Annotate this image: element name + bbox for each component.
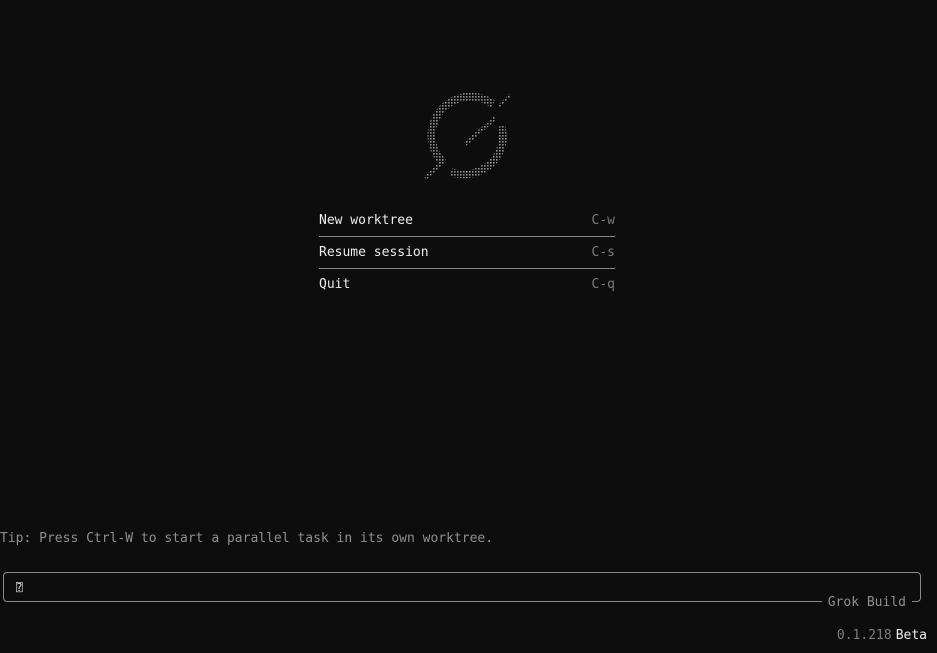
- version-info: 0.1.218 Beta: [837, 628, 927, 643]
- menu-item-shortcut: C-w: [591, 213, 615, 228]
- menu-item-new-worktree[interactable]: New worktree C-w: [319, 205, 615, 237]
- menu-item-quit[interactable]: Quit C-q: [319, 269, 615, 300]
- beta-badge: Beta: [895, 628, 927, 643]
- menu-item-resume-session[interactable]: Resume session C-s: [319, 237, 615, 269]
- tip-text: Tip: Press Ctrl-W to start a parallel ta…: [0, 531, 494, 546]
- version-number: 0.1.218: [836, 628, 892, 643]
- grok-logo-icon: [415, 90, 515, 182]
- main-menu: New worktree C-w Resume session C-s Quit…: [319, 205, 615, 300]
- welcome-screen: New worktree C-w Resume session C-s Quit…: [0, 0, 937, 653]
- prompt-input[interactable]: ⍰ Grok Build: [3, 572, 921, 611]
- input-box-label: Grok Build: [821, 595, 912, 611]
- menu-item-shortcut: C-s: [591, 245, 615, 260]
- cursor-glyph: ⍰: [16, 581, 23, 594]
- menu-item-label: Quit: [319, 277, 351, 292]
- menu-item-label: New worktree: [319, 213, 413, 228]
- menu-item-label: Resume session: [319, 245, 429, 260]
- menu-item-shortcut: C-q: [591, 277, 615, 292]
